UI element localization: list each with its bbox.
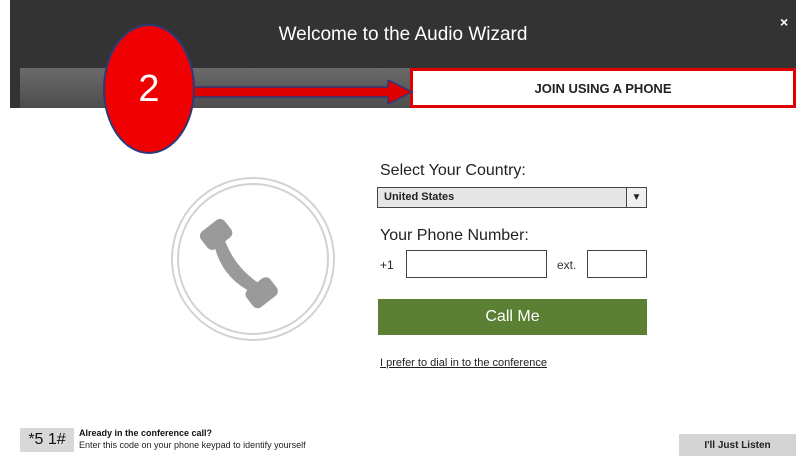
- country-value: United States: [384, 191, 455, 203]
- dial-in-link[interactable]: I prefer to dial in to the conference: [380, 357, 547, 369]
- annotation-arrow: [190, 80, 414, 104]
- already-in-call-heading: Already in the conference call?: [79, 428, 213, 438]
- just-listen-label: I'll Just Listen: [704, 439, 771, 451]
- call-me-label: Call Me: [485, 308, 540, 325]
- country-select[interactable]: United States ▼: [377, 187, 647, 208]
- phone-number-label: Your Phone Number:: [380, 227, 529, 244]
- call-me-button[interactable]: Call Me: [378, 299, 647, 335]
- identification-code: *5 1#: [20, 428, 74, 452]
- extension-label: ext.: [557, 258, 577, 272]
- close-icon[interactable]: ×: [780, 14, 788, 30]
- just-listen-button[interactable]: I'll Just Listen: [679, 434, 796, 456]
- step-number-badge: 2: [103, 24, 195, 154]
- extension-input[interactable]: [587, 250, 647, 278]
- country-label: Select Your Country:: [380, 162, 526, 179]
- code-instructions: Enter this code on your phone keypad to …: [79, 440, 306, 450]
- step-number: 2: [138, 67, 160, 110]
- phone-handset-icon: [171, 177, 335, 341]
- tab-join-using-phone[interactable]: JOIN USING A PHONE: [410, 68, 796, 108]
- chevron-down-icon[interactable]: ▼: [626, 188, 646, 207]
- phone-number-input[interactable]: [406, 250, 547, 278]
- country-code-prefix: +1: [380, 258, 394, 272]
- tab-phone-label: JOIN USING A PHONE: [534, 80, 672, 96]
